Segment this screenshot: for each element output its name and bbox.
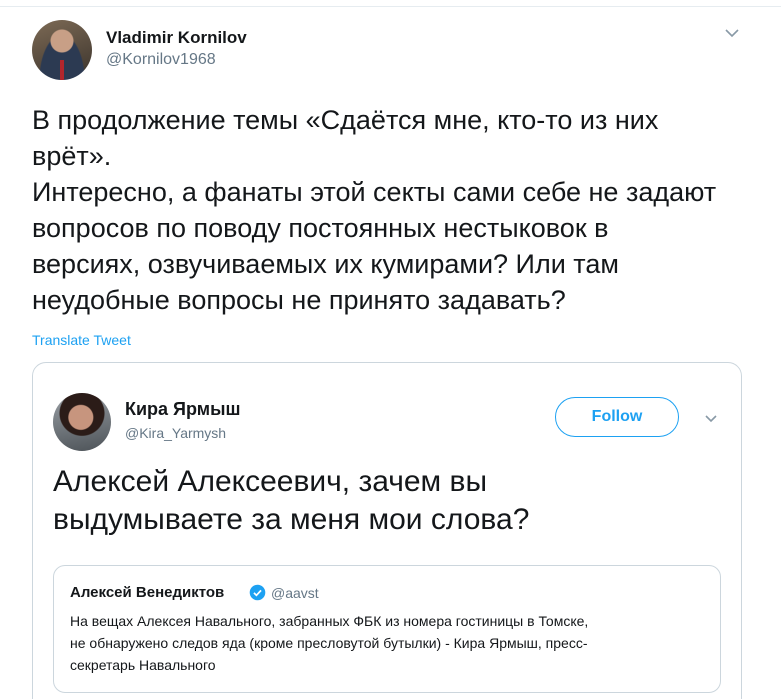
translate-tweet-link[interactable]: Translate Tweet	[32, 332, 131, 348]
tweet-card: Vladimir Kornilov @Kornilov1968 В продол…	[0, 0, 781, 699]
quoted-text-line: На вещах Алексея Навального, забранных Ф…	[70, 613, 589, 629]
embedded-text-line: Алексей Алексеевич, зачем вы	[53, 465, 488, 498]
tweet-text: В продолжение темы «Сдаётся мне, кто-то …	[32, 102, 762, 318]
author-name[interactable]: Vladimir Kornilov	[106, 28, 247, 48]
tweet-text-line: неудобные вопросы не принято задавать?	[32, 285, 566, 315]
quoted-text-line: не обнаружено следов яда (кроме преслову…	[70, 635, 588, 651]
verified-badge-icon	[249, 584, 266, 601]
quoted-tweet: Алексей Венедиктов @aavst На вещах Алекс…	[53, 565, 721, 693]
tweet-text-line: версиях, озвучиваемых их кумирами? Или т…	[32, 249, 619, 279]
embedded-text-line: выдумываете за меня мои слова?	[53, 503, 530, 536]
embedded-tweet-text: Алексей Алексеевич, зачем вы выдумываете…	[53, 463, 713, 539]
chevron-down-icon[interactable]	[723, 26, 741, 40]
embedded-tweet-image[interactable]: Кира Ярмыш @Kira_Yarmysh Follow Алексей …	[32, 362, 742, 699]
embedded-author-avatar	[53, 393, 111, 451]
chevron-down-icon	[705, 415, 717, 423]
tweet-text-line: В продолжение темы «Сдаётся мне, кто-то …	[32, 105, 659, 135]
quoted-author-name: Алексей Венедиктов	[70, 584, 225, 601]
quoted-author-handle: @aavst	[271, 585, 319, 601]
author-handle[interactable]: @Kornilov1968	[106, 51, 216, 69]
tweet-text-line: Интересно, а фанаты этой секты сами себе…	[32, 177, 717, 207]
quoted-tweet-text: На вещах Алексея Навального, забранных Ф…	[70, 610, 710, 676]
embedded-author-name: Кира Ярмыш	[125, 399, 241, 419]
author-avatar[interactable]	[32, 20, 92, 80]
follow-button: Follow	[555, 397, 679, 437]
tweet-text-line: врёт».	[32, 141, 112, 171]
embedded-author-handle: @Kira_Yarmysh	[125, 425, 227, 441]
quoted-text-line: секретарь Навального	[70, 657, 216, 673]
divider	[0, 6, 781, 7]
tweet-text-line: вопросов по поводу постоянных нестыковок…	[32, 213, 609, 243]
